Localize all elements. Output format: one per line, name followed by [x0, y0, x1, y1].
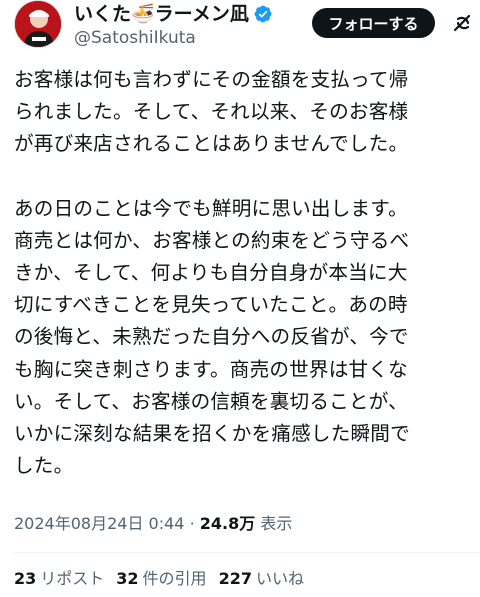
tweet-line: 商売とは何か、お客様との約束をどう守るべ [14, 228, 410, 252]
likes-stat[interactable]: 227 いいね [219, 568, 304, 590]
avatar-icon [15, 1, 61, 47]
tweet-line: お客様は何も言わずにその金額を支払って帰 [14, 68, 409, 91]
reposts-count: 23 [14, 569, 37, 588]
quotes-stat[interactable]: 32 件の引用 [116, 568, 206, 590]
likes-count: 227 [218, 569, 252, 588]
tweet-text: お客様は何も言わずにその金額を支払って帰 られました。そして、それ以来、そのお客… [14, 64, 474, 482]
tweet-line: いかに深刻な結果を招くかを痛感した瞬間で [14, 422, 410, 446]
tweet-line: も胸に突き刺さります。商売の世界は甘くな [14, 357, 408, 381]
tweet: いくた🍜ラーメン凪 @SatoshiIkuta フォローする お客様は何も言わず… [0, 0, 480, 597]
tweet-line: の後悔と、未熟だった自分への反省が、今で [14, 325, 409, 349]
likes-label: いいね [255, 569, 304, 588]
divider [14, 552, 480, 553]
reposts-label: リポスト [40, 569, 105, 588]
quotes-count: 32 [116, 569, 139, 588]
avatar[interactable] [14, 0, 62, 48]
tweet-meta: 2024年08月24日 0:44 · 24.8万 表示 [14, 512, 292, 536]
grok-icon[interactable] [450, 10, 476, 36]
tweet-line: きか、そして、何よりも自分自身が本当に大 [14, 261, 408, 285]
tweet-line: られました。そして、それ以来、そのお客様 [14, 100, 409, 124]
reposts-stat[interactable]: 23 リポスト [14, 568, 104, 590]
views-label: 表示 [260, 514, 293, 533]
verified-badge-icon [254, 5, 272, 23]
follow-button[interactable]: フォローする [312, 8, 435, 38]
tweet-line: が再び来店されることはありませんでした。 [14, 132, 409, 156]
tweet-line: した。 [14, 454, 74, 478]
author-display-name[interactable]: いくた🍜ラーメン凪 [74, 2, 249, 26]
timestamp[interactable]: 2024年08月24日 0:44 [14, 514, 184, 533]
tweet-line: い。そして、お客様の信頼を裏切ることが、 [14, 389, 408, 413]
tweet-line: 切にすべきことを見失っていたこと。あの時 [14, 293, 408, 317]
views-count: 24.8万 [199, 514, 256, 533]
meta-separator: · [189, 514, 195, 533]
quotes-label: 件の引用 [142, 569, 207, 588]
author-name-row[interactable]: いくた🍜ラーメン凪 [74, 2, 273, 26]
engagement-stats: 23 リポスト 32 件の引用 227 いいね [14, 568, 304, 590]
tweet-line: あの日のことは今でも鮮明に思い出します。 [14, 196, 408, 220]
author-handle[interactable]: @SatoshiIkuta [74, 27, 196, 49]
